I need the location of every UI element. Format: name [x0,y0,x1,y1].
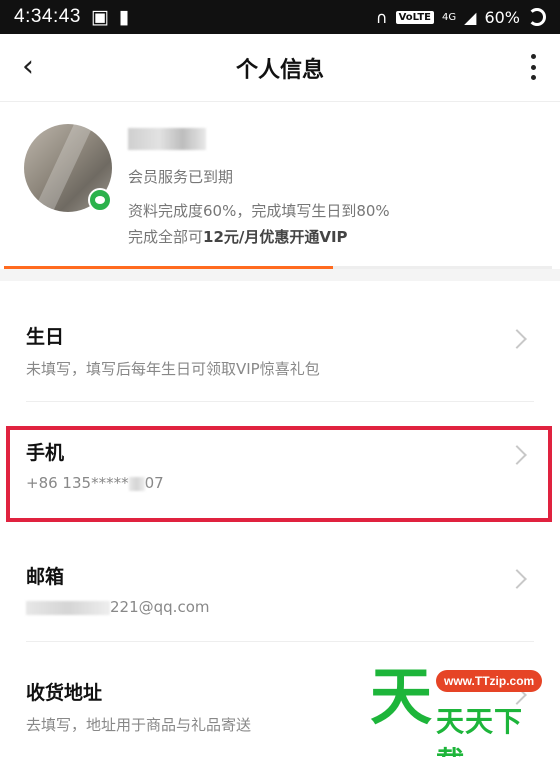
row-subtitle: 221@qq.com [26,598,209,616]
phone-highlight-box [6,426,552,522]
signal-icon: ◢ [464,7,477,27]
row-label: 收货地址 [26,682,103,704]
notification-icon: ▮ [118,6,130,28]
membership-status: 会员服务已到期 [128,168,234,186]
battery-saver-icon: ▣ [90,6,109,28]
wechat-icon [88,188,112,212]
watermark-logo: 天 www.TTzip.com 天天下载 [370,660,550,757]
promo-highlight: 12元/月优惠开通VIP [203,228,348,246]
more-options-icon[interactable] [530,54,536,80]
app-bar: ‹ 个人信息 [0,34,560,102]
email-blur [26,600,110,615]
status-bar: 4:34:43 ▣ ▮ ∩ VoLTE 4G ◢ 60% [0,0,560,34]
completion-text: 资料完成度60%，完成填写生日到80% [128,202,390,220]
promo-text: 完成全部可12元/月优惠开通VIP [128,226,348,247]
section-divider [0,269,560,281]
row-subtitle: 未填写，填写后每年生日可领取VIP惊喜礼包 [26,360,320,378]
chevron-right-icon [507,329,527,349]
watermark-big-char: 天 [370,660,433,733]
watermark-text: 天天下载 [436,705,524,757]
email-suffix: 221@qq.com [110,598,210,616]
row-email[interactable]: 邮箱 221@qq.com [0,526,560,642]
promo-prefix: 完成全部可 [128,228,204,246]
profile-header: 会员服务已到期 资料完成度60%，完成填写生日到80% 完成全部可12元/月优惠… [0,102,560,270]
row-label: 生日 [26,326,65,348]
network-label: 4G [442,11,457,23]
volte-badge: VoLTE [395,10,434,24]
status-right: ∩ VoLTE 4G ◢ 60% [376,8,546,27]
battery-percent: 60% [484,7,520,27]
username-blurred [128,128,206,150]
watermark-url: www.TTzip.com [436,670,543,692]
row-label: 邮箱 [26,566,65,588]
page-title: 个人信息 [235,57,324,83]
battery-icon [528,8,546,26]
headset-icon: ∩ [375,7,388,27]
chevron-right-icon [507,569,527,589]
status-time: 4:34:43 [14,6,81,27]
row-birthday[interactable]: 生日 未填写，填写后每年生日可领取VIP惊喜礼包 [0,286,560,402]
back-icon[interactable]: ‹ [22,52,34,82]
row-subtitle: 去填写，地址用于商品与礼品寄送 [26,716,252,734]
